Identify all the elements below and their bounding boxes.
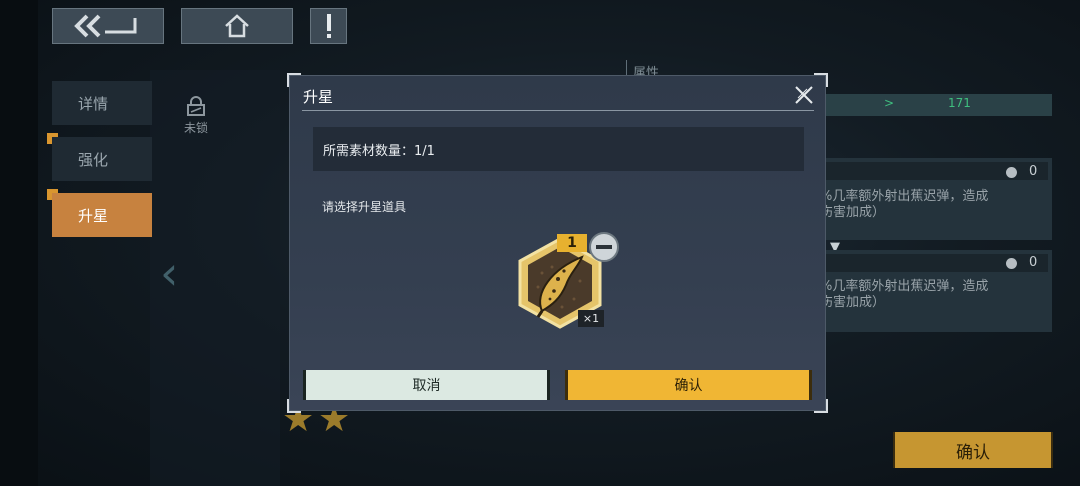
chevron-left-icon[interactable]: ‹ — [160, 250, 178, 296]
required-materials-box: 所需素材数量：1/1 — [313, 127, 804, 171]
lock-label: 未锁 — [183, 121, 208, 135]
stat-bar — [826, 94, 1052, 116]
skill-description: %几率额外射出蕉迟弹，造成 伤害加成） — [820, 189, 989, 220]
skill-value: 0 — [1029, 164, 1038, 179]
corner-decoration — [287, 73, 301, 87]
cancel-button[interactable]: 取消 — [303, 370, 550, 400]
back-button[interactable] — [52, 8, 164, 44]
tab-enhance[interactable]: 强化 — [52, 137, 152, 181]
home-button[interactable] — [181, 8, 293, 44]
title-divider — [302, 110, 814, 111]
corner-decoration — [287, 399, 301, 413]
close-button[interactable] — [793, 84, 815, 106]
close-icon — [795, 86, 813, 104]
left-edge-strip — [0, 0, 38, 486]
stat-arrow: > — [884, 96, 895, 110]
tab-star-up-label: 升星 — [78, 206, 109, 225]
alert-button[interactable] — [310, 8, 347, 44]
tab-enhance-label: 强化 — [78, 150, 109, 169]
background-confirm-button[interactable]: 确认 — [893, 432, 1053, 468]
tab-details-label: 详情 — [78, 94, 109, 113]
divider — [626, 60, 627, 76]
lock-icon — [187, 96, 205, 116]
material-slot[interactable]: 1 ×1 — [512, 232, 619, 333]
lock-toggle[interactable]: 未锁 — [176, 96, 216, 136]
confirm-label: 确认 — [674, 378, 703, 394]
item-count-badge: 1 — [557, 234, 587, 252]
confirm-button[interactable]: 确认 — [565, 370, 812, 400]
required-materials-text: 所需素材数量：1/1 — [323, 143, 435, 159]
exclamation-icon — [326, 14, 331, 38]
stat-value: 171 — [948, 96, 971, 110]
corner-decoration — [814, 399, 828, 413]
minus-circle-icon — [596, 245, 612, 249]
skill-description: %几率额外射出蕉迟弹，造成 伤害加成） — [820, 279, 989, 310]
remove-material-button[interactable] — [589, 232, 619, 262]
skill-toggle-dot[interactable] — [1006, 258, 1017, 269]
item-quantity: ×1 — [578, 310, 604, 327]
corner-decoration — [814, 73, 828, 87]
star-up-dialog: 升星 所需素材数量：1/1 请选择升星道具 1 ×1 取消 确认 — [287, 73, 828, 413]
background-confirm-label: 确认 — [956, 442, 990, 463]
dialog-title: 升星 — [303, 88, 334, 106]
home-icon — [225, 14, 249, 38]
double-chevron-back-icon — [74, 14, 137, 38]
select-prompt: 请选择升星道具 — [322, 200, 407, 214]
tab-star-up[interactable]: 升星 — [52, 193, 152, 237]
skill-toggle-dot[interactable] — [1006, 167, 1017, 178]
cancel-label: 取消 — [412, 378, 441, 394]
tab-details[interactable]: 详情 — [52, 81, 152, 125]
skill-value: 0 — [1029, 255, 1038, 270]
